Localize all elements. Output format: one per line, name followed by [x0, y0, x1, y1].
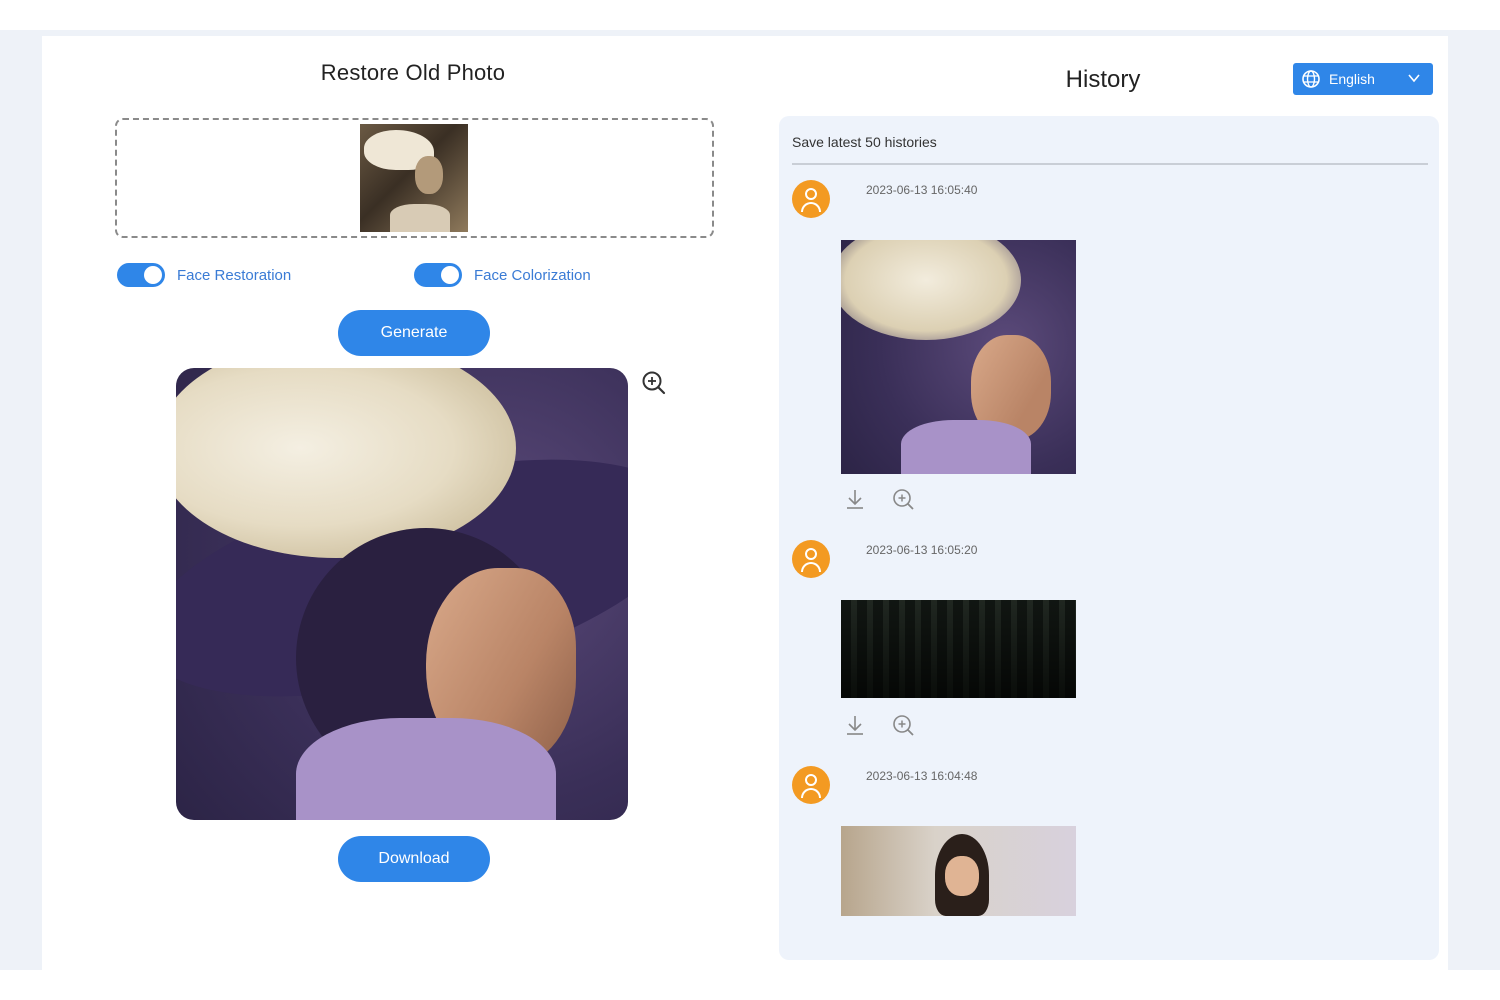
- globe-icon: [1302, 70, 1320, 88]
- history-caption: Save latest 50 histories: [792, 134, 937, 150]
- face-restoration-option: Face Restoration: [117, 262, 291, 288]
- language-select[interactable]: English: [1293, 63, 1433, 95]
- page-title: Restore Old Photo: [320, 60, 506, 85]
- chevron-down-icon: [1408, 74, 1420, 83]
- user-icon: [792, 540, 830, 578]
- generate-button[interactable]: Generate: [338, 310, 490, 356]
- face-colorization-option: Face Colorization: [414, 262, 591, 288]
- user-icon: [792, 180, 830, 218]
- zoom-in-icon[interactable]: [891, 487, 915, 511]
- zoom-in-icon[interactable]: [891, 713, 915, 737]
- download-icon[interactable]: [843, 713, 867, 737]
- face-restoration-label: Face Restoration: [177, 266, 292, 284]
- history-image[interactable]: [841, 240, 1076, 474]
- uploaded-photo-thumbnail: [360, 124, 468, 232]
- face-colorization-toggle[interactable]: [414, 263, 462, 287]
- history-title: History: [1065, 66, 1141, 93]
- face-restoration-toggle[interactable]: [117, 263, 165, 287]
- zoom-in-icon[interactable]: [641, 370, 667, 396]
- history-timestamp: 2023-06-13 16:04:48: [866, 769, 978, 783]
- history-timestamp: 2023-06-13 16:05:20: [866, 543, 978, 557]
- user-icon: [792, 766, 830, 804]
- download-icon[interactable]: [843, 487, 867, 511]
- restored-photo-result: [176, 368, 628, 820]
- history-image[interactable]: [841, 600, 1076, 698]
- face-colorization-label: Face Colorization: [474, 266, 591, 284]
- language-value: English: [1329, 71, 1375, 87]
- history-timestamp: 2023-06-13 16:05:40: [866, 183, 978, 197]
- download-button[interactable]: Download: [338, 836, 490, 882]
- history-image[interactable]: [841, 826, 1076, 916]
- history-divider: [792, 163, 1428, 165]
